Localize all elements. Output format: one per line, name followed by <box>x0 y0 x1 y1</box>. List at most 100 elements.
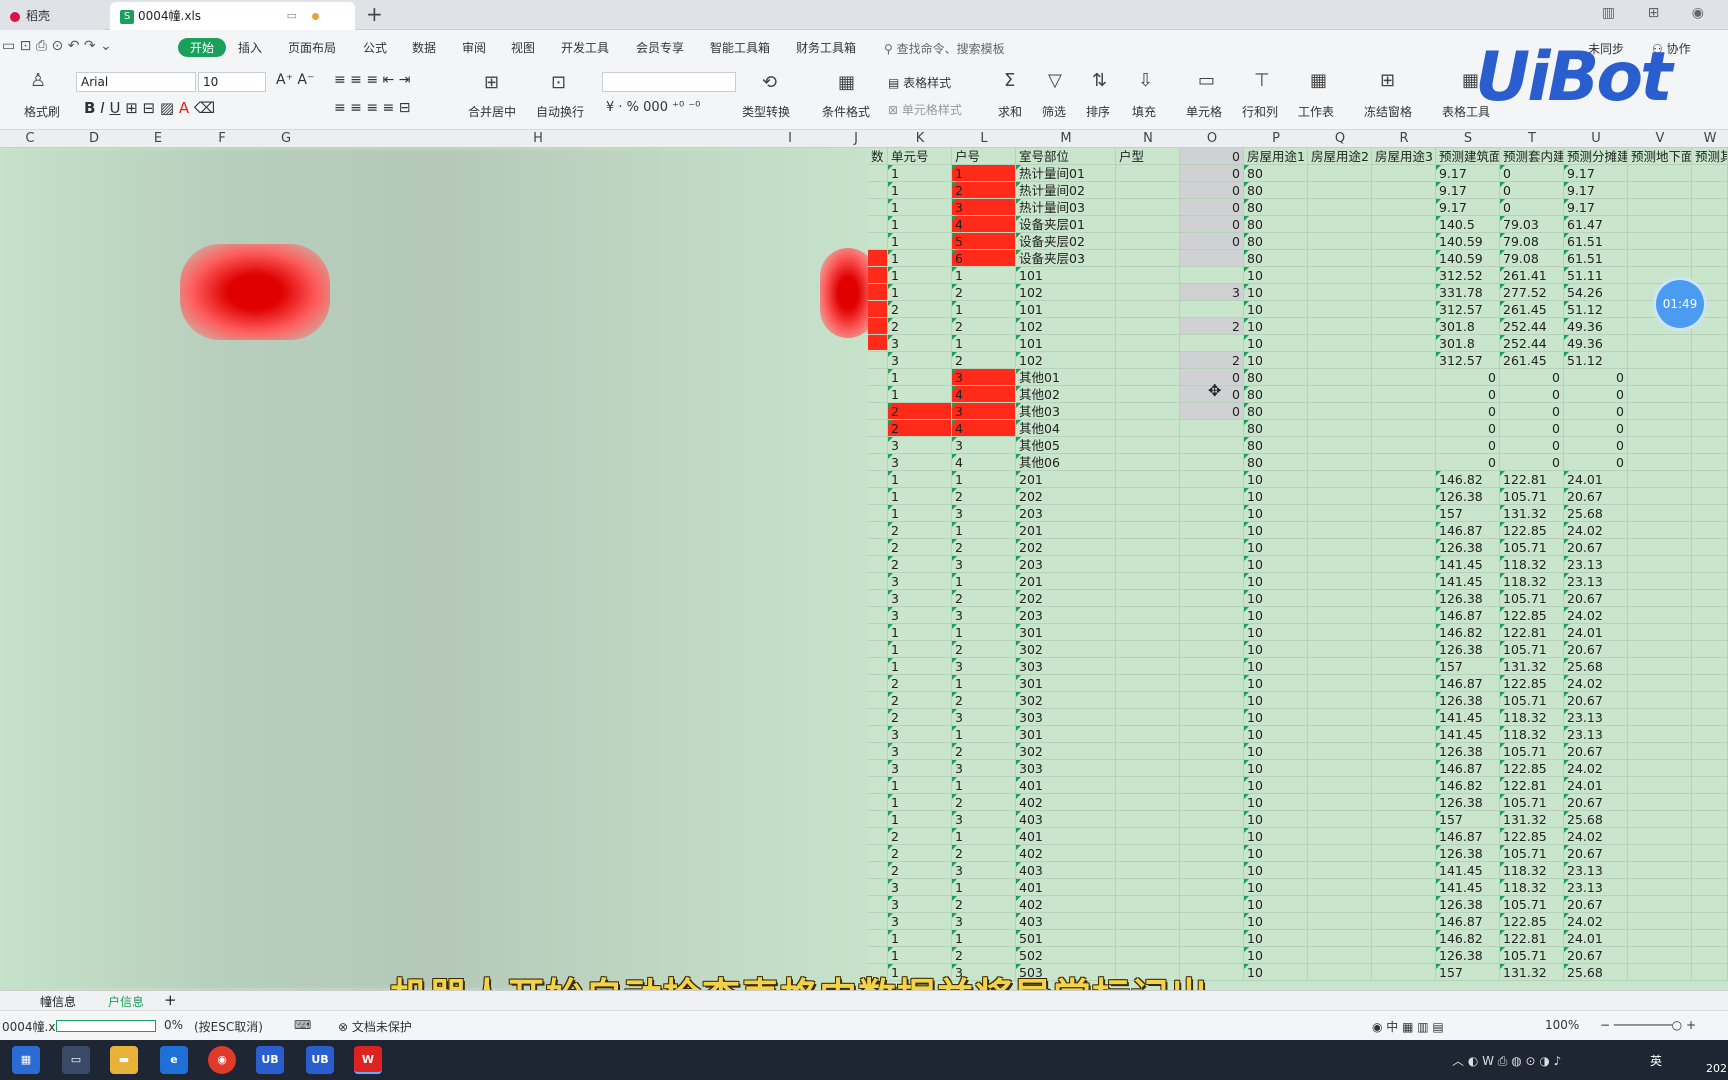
cell-v[interactable] <box>1628 403 1692 420</box>
cell-s[interactable]: 0 <box>1436 403 1500 420</box>
cell-j[interactable] <box>868 454 888 471</box>
cell-s[interactable]: 146.87 <box>1436 913 1500 930</box>
freeze-panes-button[interactable]: 冻结窗格 <box>1364 103 1412 120</box>
cell-r[interactable] <box>1372 165 1436 182</box>
cell-l[interactable]: 2 <box>952 947 1016 964</box>
cell-w[interactable] <box>1692 267 1728 284</box>
cell-m[interactable]: 301 <box>1016 624 1116 641</box>
cell-o[interactable]: 0 <box>1180 199 1244 216</box>
cell-n[interactable] <box>1116 539 1180 556</box>
cell-m[interactable]: 201 <box>1016 522 1116 539</box>
cell-t[interactable]: 131.32 <box>1500 811 1564 828</box>
cell-p[interactable]: 10 <box>1244 267 1308 284</box>
cell-w[interactable] <box>1692 454 1728 471</box>
cell-v[interactable] <box>1628 454 1692 471</box>
cell-l[interactable]: 2 <box>952 352 1016 369</box>
cell-o[interactable]: 0 <box>1180 165 1244 182</box>
cell-v[interactable] <box>1628 828 1692 845</box>
cell-q[interactable] <box>1308 879 1372 896</box>
cell-j[interactable]: 数 <box>868 148 888 165</box>
cell-r[interactable] <box>1372 233 1436 250</box>
cell-u[interactable]: 20.67 <box>1564 896 1628 913</box>
cell-o[interactable] <box>1180 539 1244 556</box>
cell-o[interactable] <box>1180 828 1244 845</box>
cell-w[interactable] <box>1692 420 1728 437</box>
cell-o[interactable] <box>1180 947 1244 964</box>
cell-p[interactable]: 10 <box>1244 539 1308 556</box>
cell-l[interactable]: 3 <box>952 607 1016 624</box>
cell-o[interactable] <box>1180 590 1244 607</box>
cell-w[interactable] <box>1692 250 1728 267</box>
cell-l[interactable]: 3 <box>952 437 1016 454</box>
menu-start[interactable]: 开始 <box>178 38 227 57</box>
cell-r[interactable] <box>1372 505 1436 522</box>
cell-r[interactable] <box>1372 199 1436 216</box>
cell-p[interactable]: 10 <box>1244 862 1308 879</box>
cell-o[interactable] <box>1180 777 1244 794</box>
cell-w[interactable] <box>1692 726 1728 743</box>
cell-o[interactable] <box>1180 879 1244 896</box>
cell-k[interactable]: 1 <box>888 471 952 488</box>
cell-l[interactable]: 3 <box>952 913 1016 930</box>
cell-q[interactable] <box>1308 352 1372 369</box>
cell-n[interactable] <box>1116 607 1180 624</box>
cell-q[interactable] <box>1308 777 1372 794</box>
cell-n[interactable] <box>1116 505 1180 522</box>
cell-s[interactable]: 301.8 <box>1436 335 1500 352</box>
cell-o[interactable]: 0 <box>1180 182 1244 199</box>
cell-m[interactable]: 其他05 <box>1016 437 1116 454</box>
number-format-select[interactable] <box>602 72 736 92</box>
cell-j[interactable] <box>868 726 888 743</box>
cell-l[interactable]: 1 <box>952 165 1016 182</box>
cell-n[interactable] <box>1116 182 1180 199</box>
cell-s[interactable]: 126.38 <box>1436 896 1500 913</box>
cell-n[interactable] <box>1116 369 1180 386</box>
cell-s[interactable]: 126.38 <box>1436 743 1500 760</box>
cell-o[interactable] <box>1180 896 1244 913</box>
cell-n[interactable] <box>1116 386 1180 403</box>
cell-s[interactable]: 141.45 <box>1436 556 1500 573</box>
cell-w[interactable] <box>1692 488 1728 505</box>
cell-w[interactable] <box>1692 828 1728 845</box>
macro-icon[interactable]: ⌨ <box>294 1018 311 1032</box>
cell-u[interactable]: 20.67 <box>1564 743 1628 760</box>
cell-r[interactable] <box>1372 624 1436 641</box>
cell-m[interactable]: 室号部位 <box>1016 148 1116 165</box>
cell-t[interactable]: 0 <box>1500 199 1564 216</box>
cell-m[interactable]: 301 <box>1016 726 1116 743</box>
cell-t[interactable]: 122.85 <box>1500 828 1564 845</box>
cell-v[interactable] <box>1628 437 1692 454</box>
cell-w[interactable] <box>1692 335 1728 352</box>
cell-v[interactable] <box>1628 777 1692 794</box>
cell-q[interactable] <box>1308 471 1372 488</box>
cell-j[interactable] <box>868 828 888 845</box>
cell-j[interactable] <box>868 488 888 505</box>
cell-l[interactable]: 3 <box>952 658 1016 675</box>
cell-w[interactable] <box>1692 556 1728 573</box>
cell-m[interactable]: 401 <box>1016 879 1116 896</box>
cell-p[interactable]: 10 <box>1244 556 1308 573</box>
cell-l[interactable]: 2 <box>952 896 1016 913</box>
cell-q[interactable] <box>1308 743 1372 760</box>
cell-r[interactable] <box>1372 284 1436 301</box>
cell-m[interactable]: 301 <box>1016 675 1116 692</box>
cell-j[interactable] <box>868 556 888 573</box>
cell-m[interactable]: 403 <box>1016 913 1116 930</box>
cell-k[interactable]: 2 <box>888 318 952 335</box>
cell-w[interactable] <box>1692 692 1728 709</box>
cell-u[interactable]: 23.13 <box>1564 556 1628 573</box>
cell-o[interactable] <box>1180 641 1244 658</box>
cell-v[interactable] <box>1628 488 1692 505</box>
cell-u[interactable]: 51.11 <box>1564 267 1628 284</box>
cell-k[interactable]: 1 <box>888 930 952 947</box>
cell-q[interactable] <box>1308 165 1372 182</box>
cell-l[interactable]: 1 <box>952 301 1016 318</box>
cell-s[interactable]: 146.87 <box>1436 522 1500 539</box>
cell-u[interactable]: 23.13 <box>1564 726 1628 743</box>
cell-n[interactable] <box>1116 437 1180 454</box>
cell-w[interactable] <box>1692 318 1728 335</box>
cell-v[interactable] <box>1628 539 1692 556</box>
cell-j[interactable] <box>868 216 888 233</box>
cell-v[interactable] <box>1628 233 1692 250</box>
cell-w[interactable] <box>1692 930 1728 947</box>
